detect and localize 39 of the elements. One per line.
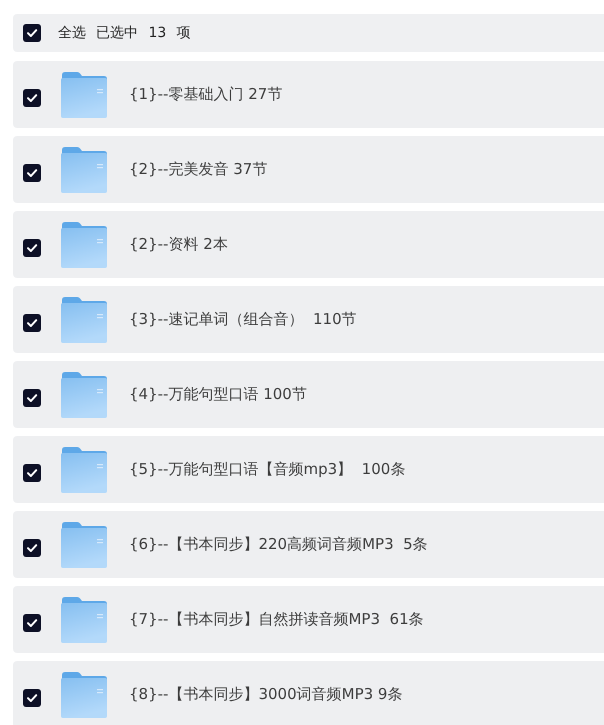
folder-name: {4}--万能句型口语 100节 xyxy=(129,385,307,404)
select-all-label[interactable]: 全选 xyxy=(58,24,86,42)
folder-checkbox[interactable] xyxy=(23,388,41,406)
folder-name: {2}--完美发音 37节 xyxy=(129,160,268,179)
folder-checkbox[interactable] xyxy=(23,614,41,632)
folder-icon xyxy=(61,446,107,492)
folder-name: {2}--资料 2本 xyxy=(129,235,228,254)
folder-row[interactable]: {7}--【书本同步】自然拼读音频MP3 61条 xyxy=(13,586,604,653)
folder-checkbox[interactable] xyxy=(23,238,41,256)
folder-row[interactable]: {1}--零基础入门 27节 xyxy=(13,61,604,128)
select-all-checkbox[interactable] xyxy=(23,24,41,42)
folder-icon xyxy=(61,522,107,568)
folder-row[interactable]: {4}--万能句型口语 100节 xyxy=(13,361,604,428)
folder-icon xyxy=(61,296,107,342)
folder-name: {5}--万能句型口语【音频mp3】 100条 xyxy=(129,460,406,479)
folder-row[interactable]: {6}--【书本同步】220高频词音频MP3 5条 xyxy=(13,511,604,578)
folder-name: {1}--零基础入门 27节 xyxy=(129,85,282,104)
folder-row[interactable]: {2}--完美发音 37节 xyxy=(13,136,604,203)
folder-row[interactable]: {2}--资料 2本 xyxy=(13,211,604,278)
folder-checkbox[interactable] xyxy=(23,538,41,556)
selection-count-text: 已选中 13 项 xyxy=(96,24,191,42)
folder-checkbox[interactable] xyxy=(23,314,41,332)
folder-name: {3}--速记单词（组合音） 110节 xyxy=(129,310,357,329)
folder-checkbox[interactable] xyxy=(23,688,41,706)
folder-name: {6}--【书本同步】220高频词音频MP3 5条 xyxy=(129,535,428,554)
folder-icon xyxy=(61,72,107,118)
folder-icon xyxy=(61,596,107,642)
folder-icon xyxy=(61,372,107,418)
folder-row[interactable]: {5}--万能句型口语【音频mp3】 100条 xyxy=(13,436,604,503)
folder-icon xyxy=(61,222,107,268)
folder-row[interactable]: {8}--【书本同步】3000词音频MP3 9条 xyxy=(13,661,604,725)
folder-checkbox[interactable] xyxy=(23,164,41,182)
folder-name: {8}--【书本同步】3000词音频MP3 9条 xyxy=(129,685,402,704)
folder-icon xyxy=(61,672,107,718)
folder-row[interactable]: {3}--速记单词（组合音） 110节 xyxy=(13,286,604,353)
folder-checkbox[interactable] xyxy=(23,464,41,482)
folder-icon xyxy=(61,146,107,192)
folder-checkbox[interactable] xyxy=(23,88,41,106)
folder-name: {7}--【书本同步】自然拼读音频MP3 61条 xyxy=(129,610,424,629)
